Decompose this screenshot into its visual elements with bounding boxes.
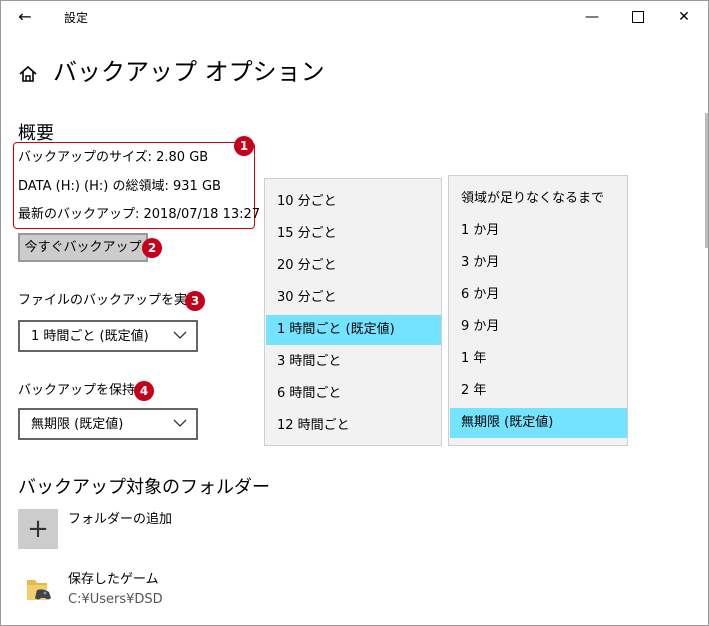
keep-option[interactable]: 6 か月 [450,280,627,310]
minimize-button[interactable]: — [569,1,615,33]
saved-games-folder-icon [27,580,51,600]
latest-backup-text: 最新のバックアップ: 2018/07/18 13:27 [18,207,261,222]
backup-size-text: バックアップのサイズ: 2.80 GB [18,150,209,165]
frequency-label: ファイルのバックアップを実行 [18,293,201,308]
maximize-icon [632,11,644,23]
keep-option[interactable]: 領域が足りなくなるまで [450,184,627,214]
annotation-badge-3: 3 [185,291,205,311]
keep-option-selected[interactable]: 無期限 (既定値) [450,408,627,438]
home-icon[interactable] [18,64,38,84]
chevron-down-icon [173,331,187,339]
frequency-option[interactable]: 15 分ごと [266,219,441,249]
maximize-button[interactable] [615,1,661,33]
scrollbar[interactable] [705,113,708,248]
frequency-option[interactable]: 20 分ごと [266,251,441,281]
backup-now-button[interactable]: 今すぐバックアップ [18,233,148,262]
keep-label: バックアップを保持 [18,383,136,398]
frequency-option[interactable]: 12 時間ごと [266,411,441,441]
frequency-selected-value: 1 時間ごと (既定値) [31,329,149,344]
keep-option[interactable]: 2 年 [450,376,627,406]
folders-heading: バックアップ対象のフォルダー [18,477,270,498]
frequency-option-selected[interactable]: 1 時間ごと (既定値) [266,315,441,345]
frequency-option[interactable]: 3 時間ごと [266,347,441,377]
back-button[interactable]: ← [11,5,39,29]
folder-item-path: C:¥Users¥DSD [68,592,163,607]
keep-selected-value: 無期限 (既定値) [31,417,124,432]
frequency-option[interactable]: 30 分ごと [266,283,441,313]
total-space-text: DATA (H:) (H:) の総領域: 931 GB [18,179,221,194]
annotation-badge-2: 2 [142,238,162,258]
keep-dropdown[interactable]: 無期限 (既定値) [18,408,198,440]
frequency-option[interactable]: 10 分ごと [266,187,441,217]
plus-icon: + [27,514,49,544]
page-title: バックアップ オプション [53,58,325,86]
minimize-icon: — [585,9,599,25]
window-title: 設定 [64,11,89,25]
close-button[interactable]: ✕ [661,1,707,33]
add-folder-button[interactable]: + [18,509,58,549]
add-folder-label[interactable]: フォルダーの追加 [68,511,172,529]
back-arrow-icon: ← [18,7,32,26]
keep-option[interactable]: 9 か月 [450,312,627,342]
annotation-badge-4: 4 [134,381,154,401]
frequency-option[interactable]: 6 時間ごと [266,379,441,409]
title-bar: ← 設定 — ✕ [1,1,708,33]
chevron-down-icon [173,419,187,427]
keep-option[interactable]: 3 か月 [450,248,627,278]
folder-item-name[interactable]: 保存したゲーム [68,571,159,589]
frequency-dropdown[interactable]: 1 時間ごと (既定値) [18,320,198,352]
frequency-options-list: 10 分ごと 15 分ごと 20 分ごと 30 分ごと 1 時間ごと (既定値)… [264,178,442,446]
annotation-badge-1: 1 [234,136,254,156]
keep-option[interactable]: 1 年 [450,344,627,374]
keep-option[interactable]: 1 か月 [450,216,627,246]
close-icon: ✕ [678,9,690,25]
keep-options-list: 領域が足りなくなるまで 1 か月 3 か月 6 か月 9 か月 1 年 2 年 … [448,175,628,446]
settings-window: ← 設定 — ✕ バックアップ オプション 概要 バックアップのサイズ: 2.8… [0,0,709,626]
